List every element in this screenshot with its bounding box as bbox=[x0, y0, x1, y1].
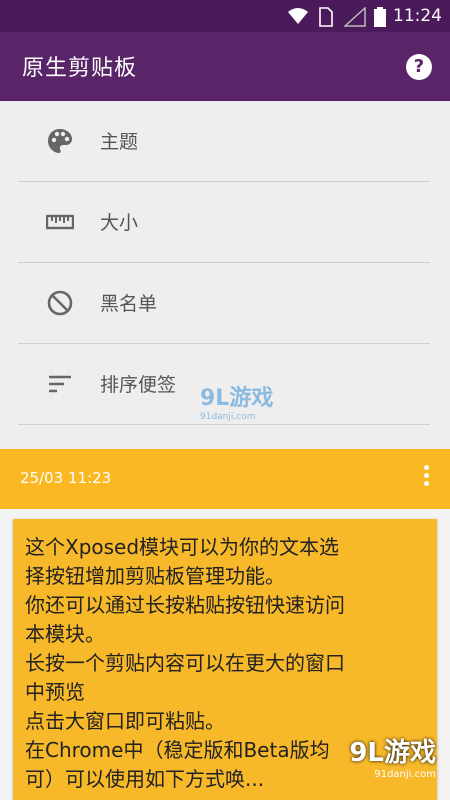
palette-icon bbox=[48, 129, 72, 153]
note-timestamp: 25/03 11:23 bbox=[20, 469, 112, 487]
signal-icon bbox=[344, 7, 366, 27]
menu-item-theme[interactable]: 主题 bbox=[18, 101, 430, 182]
menu-item-label: 大小 bbox=[100, 212, 139, 234]
battery-icon bbox=[374, 7, 386, 27]
help-icon: ? bbox=[413, 56, 425, 77]
menu-item-blacklist[interactable]: 黑名单 bbox=[18, 263, 430, 344]
ruler-icon bbox=[46, 214, 74, 230]
more-options-button[interactable] bbox=[422, 465, 430, 491]
status-time: 11:24 bbox=[393, 6, 442, 26]
sort-icon bbox=[49, 375, 71, 393]
watermark: 9L游戏 91danji.com bbox=[200, 386, 274, 422]
menu-item-label: 主题 bbox=[100, 131, 139, 153]
menu-item-label: 黑名单 bbox=[100, 293, 158, 315]
kebab-dot bbox=[423, 481, 429, 486]
menu-item-label: 排序便签 bbox=[100, 374, 177, 396]
app-bar: 原生剪贴板 ? bbox=[0, 32, 450, 101]
menu-item-size[interactable]: 大小 bbox=[18, 182, 430, 263]
help-button[interactable]: ? bbox=[406, 54, 432, 80]
wifi-icon bbox=[288, 8, 308, 24]
sim-icon bbox=[319, 7, 333, 27]
block-icon bbox=[47, 290, 73, 316]
kebab-dot bbox=[423, 465, 429, 470]
status-bar: 11:24 bbox=[0, 0, 450, 32]
corner-watermark: 9L游戏 91danji.com bbox=[349, 738, 436, 780]
note-header: 25/03 11:23 bbox=[0, 449, 450, 509]
page-title: 原生剪贴板 bbox=[22, 56, 138, 81]
kebab-dot bbox=[423, 473, 429, 478]
